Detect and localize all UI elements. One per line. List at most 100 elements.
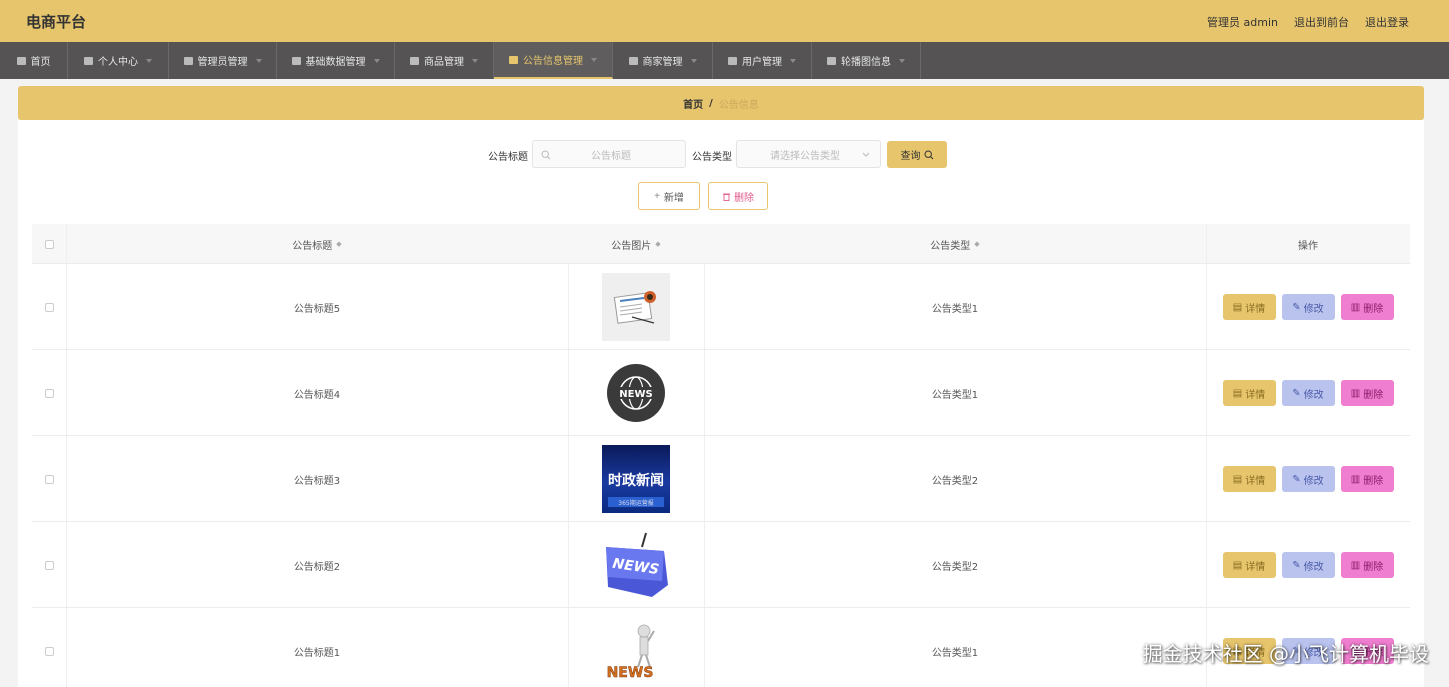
add-button[interactable]: + 新增	[638, 182, 700, 210]
delete-button[interactable]: ▥ 删除	[1340, 380, 1394, 406]
row-type: 公告类型1	[931, 647, 979, 659]
detail-button[interactable]: ▤ 详情	[1222, 552, 1276, 578]
title-placeholder: 公告标题	[591, 150, 631, 162]
phone-icon	[628, 56, 638, 65]
news-globe-image: NEWS	[602, 359, 670, 427]
sort-icon: ◆	[974, 240, 980, 248]
thumb-icon	[410, 56, 419, 65]
table-header: 公告标题 ◆ 公告图片 ◆ 公告类型 ◆ 操作	[32, 224, 1410, 264]
chevron-down-icon	[373, 58, 380, 63]
trash-icon	[723, 193, 730, 201]
edit-button[interactable]: ✎ 修改	[1281, 294, 1335, 320]
table-row: 公告标题5 公告类型1 ▤ 详情 ✎ 修改 ▥ 删除	[32, 264, 1410, 350]
nav-item-basic-data[interactable]: 基础数据管理	[277, 42, 395, 79]
chevron-down-icon	[790, 58, 796, 63]
breadcrumb-current: 公告信息	[718, 99, 759, 111]
nav-item-carousel[interactable]: 轮播图信息	[812, 42, 921, 79]
header-ops: 操作	[1298, 240, 1318, 252]
chevron-down-icon	[690, 58, 697, 63]
breadcrumb-home[interactable]: 首页	[683, 96, 703, 111]
batch-delete-button[interactable]: 删除	[708, 182, 768, 210]
row-title: 公告标题4	[293, 389, 341, 401]
nav-item-personal-center[interactable]: 个人中心	[68, 42, 169, 79]
trash-icon: ▥	[1350, 473, 1361, 485]
nav-item-product-manage[interactable]: 商品管理	[395, 42, 494, 79]
breadcrumb: 首页 / 公告信息	[18, 86, 1424, 120]
pin-icon	[827, 56, 836, 65]
detail-button[interactable]: ▤ 详情	[1222, 466, 1276, 492]
trash-icon: ▥	[1350, 387, 1361, 399]
search-icon	[541, 150, 551, 160]
row-title: 公告标题1	[293, 647, 341, 659]
row-checkbox[interactable]	[44, 474, 54, 484]
header-title[interactable]: 公告标题 ◆	[66, 224, 568, 264]
table-row: 公告标题3 时政新闻 365期运营报 公告类型2 ▤ 详情 ✎ 修改 ▥ 删除	[32, 436, 1410, 522]
top-header: 电商平台 管理员 admin 退出到前台 退出登录	[0, 0, 1449, 42]
title-label: 公告标题	[488, 152, 528, 163]
header-links: 管理员 admin 退出到前台 退出登录	[1207, 14, 1409, 30]
chevron-down-icon	[146, 58, 152, 63]
chevron-down-icon	[255, 58, 262, 63]
row-type: 公告类型2	[931, 475, 979, 487]
group-icon	[728, 56, 737, 65]
sort-icon: ◆	[336, 240, 342, 248]
title-search-input[interactable]: 公告标题	[532, 140, 686, 168]
news-figure-image: NEWS	[602, 617, 670, 685]
row-checkbox[interactable]	[44, 388, 54, 398]
trash-icon: ▥	[1350, 559, 1361, 571]
table-row: 公告标题2 NEWS 公告类型2 ▤ 详情 ✎ 修改 ▥ 删除	[32, 522, 1410, 608]
delete-button[interactable]: ▥ 删除	[1340, 294, 1394, 320]
svg-text:NEWS: NEWS	[607, 665, 654, 681]
trash-icon: ▥	[1350, 301, 1361, 313]
query-button[interactable]: 查询	[887, 141, 947, 168]
detail-button[interactable]: ▤ 详情	[1222, 380, 1276, 406]
select-all-cell	[32, 224, 66, 264]
sort-icon: ◆	[655, 240, 661, 248]
row-title: 公告标题5	[293, 303, 341, 315]
nav-item-notice-manage[interactable]: 公告信息管理	[494, 42, 613, 79]
breadcrumb-separator: /	[709, 97, 713, 109]
type-select[interactable]: 请选择公告类型	[736, 140, 881, 168]
doc-icon: ▤	[1232, 559, 1243, 571]
delete-button[interactable]: ▥ 删除	[1340, 466, 1394, 492]
select-all-checkbox[interactable]	[44, 239, 54, 249]
row-checkbox[interactable]	[44, 560, 54, 570]
chevron-down-icon	[472, 58, 478, 63]
doc-icon: ▤	[1232, 387, 1243, 399]
nav-item-home[interactable]: 首页	[0, 42, 68, 79]
main-panel: 公告标题 公告标题 公告类型 请选择公告类型 查询 + 新增 删除 公告标题 ◆…	[18, 120, 1424, 687]
edit-button[interactable]: ✎ 修改	[1281, 466, 1335, 492]
row-checkbox[interactable]	[44, 646, 54, 656]
chevron-down-icon	[899, 58, 905, 63]
action-buttons: + 新增 删除	[18, 182, 1424, 210]
nav-item-user-manage[interactable]: 用户管理	[713, 42, 812, 79]
clock-icon	[183, 56, 193, 65]
row-type: 公告类型1	[931, 303, 979, 315]
logout-link[interactable]: 退出登录	[1365, 14, 1409, 30]
flag-icon	[509, 55, 518, 64]
newspaper-image	[602, 273, 670, 341]
admin-user-link[interactable]: 管理员 admin	[1207, 14, 1278, 30]
row-checkbox[interactable]	[44, 302, 54, 312]
plus-icon: +	[654, 190, 660, 202]
doc-icon: ▤	[1232, 301, 1243, 313]
edit-button[interactable]: ✎ 修改	[1281, 552, 1335, 578]
nav-item-merchant-manage[interactable]: 商家管理	[613, 42, 713, 79]
detail-button[interactable]: ▤ 详情	[1222, 294, 1276, 320]
news-sign-image: NEWS	[602, 531, 670, 599]
row-type: 公告类型1	[931, 389, 979, 401]
edit-button[interactable]: ✎ 修改	[1281, 380, 1335, 406]
svg-text:时政新闻: 时政新闻	[608, 472, 664, 489]
nav-item-admin-manage[interactable]: 管理员管理	[169, 42, 277, 79]
notice-table: 公告标题 ◆ 公告图片 ◆ 公告类型 ◆ 操作 公告标题5 公告类型1 ▤ 详情…	[32, 224, 1410, 687]
header-image[interactable]: 公告图片 ◆	[568, 224, 704, 264]
pencil-icon: ✎	[1292, 387, 1301, 399]
header-type[interactable]: 公告类型 ◆	[704, 224, 1206, 264]
shizheng-news-image: 时政新闻 365期运营报	[602, 445, 670, 513]
row-title: 公告标题3	[293, 475, 341, 487]
chevron-down-icon	[862, 152, 870, 157]
main-nav: 首页 个人中心 管理员管理 基础数据管理 商品管理 公告信息管理 商家管理 用户…	[0, 42, 1449, 79]
delete-button[interactable]: ▥ 删除	[1340, 552, 1394, 578]
back-to-frontend-link[interactable]: 退出到前台	[1294, 14, 1349, 30]
row-type: 公告类型2	[931, 561, 979, 573]
